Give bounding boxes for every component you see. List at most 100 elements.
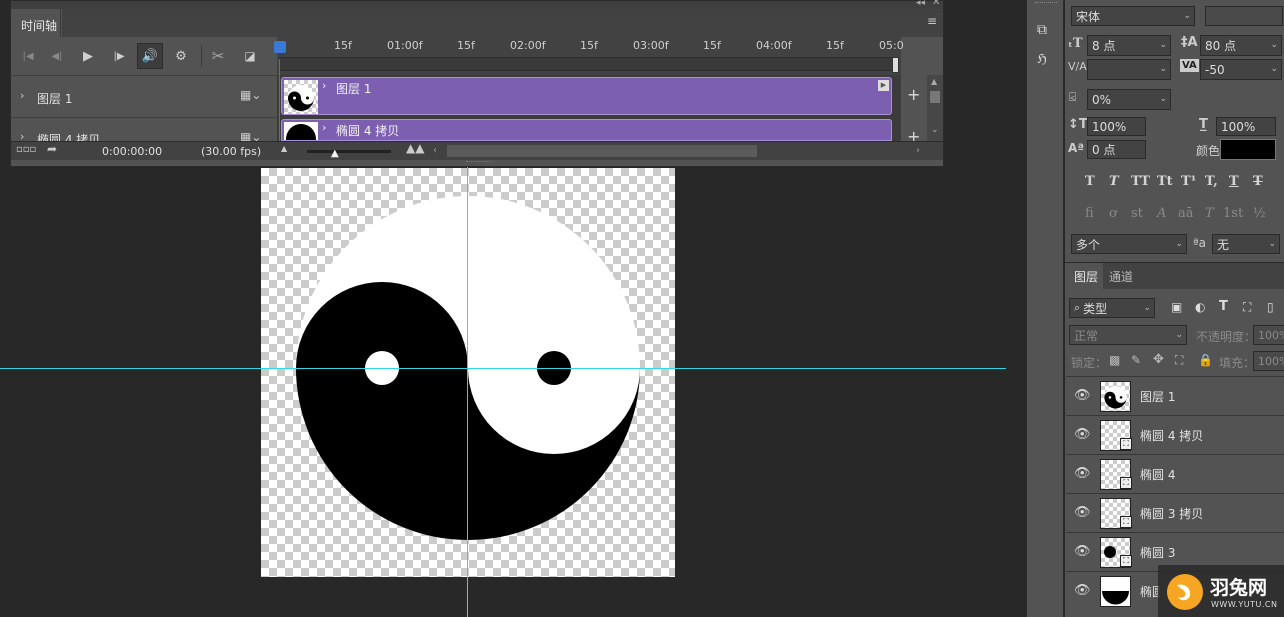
language-select[interactable]: 多个 ⌄ [1071, 234, 1187, 254]
next-frame-icon[interactable]: |▶ [110, 47, 128, 65]
lock-all-icon[interactable]: 🔒 [1198, 353, 1213, 367]
horizontal-scale-field[interactable]: 100% [1216, 117, 1276, 136]
old-style-button[interactable]: ơ [1109, 206, 1117, 221]
play-icon[interactable]: ▶ [79, 47, 97, 65]
horizontal-scrollbar[interactable] [447, 145, 757, 157]
superscript-button[interactable]: T¹ [1181, 174, 1196, 189]
lock-artboard-icon[interactable]: ⛶ [1175, 353, 1183, 368]
font-family-select[interactable]: 宋体 ⌄ [1071, 6, 1195, 26]
add-media-icon[interactable]: + [907, 85, 920, 104]
layer-row[interactable]: 👁 ⛶ 椭圆 4 拷贝 [1066, 415, 1284, 454]
filter-type-icon[interactable]: T [1219, 299, 1228, 314]
frame-mode-icon[interactable]: ▫▫▫ [16, 144, 36, 155]
scroll-up-icon[interactable]: ▲ [931, 77, 937, 86]
collapse-icon[interactable]: ◂◂ [916, 0, 925, 8]
all-caps-button[interactable]: TT [1131, 174, 1150, 189]
layer-row[interactable]: 👁 图层 1 [1066, 376, 1284, 415]
visibility-eye-icon[interactable]: 👁 [1074, 388, 1091, 403]
visibility-eye-icon[interactable]: 👁 [1074, 544, 1091, 559]
tsume-field[interactable]: 0% ⌄ [1087, 89, 1171, 110]
playhead-icon[interactable] [274, 41, 286, 53]
scroll-down-icon[interactable]: ⌄ [931, 125, 939, 135]
small-caps-button[interactable]: Tt [1157, 174, 1173, 189]
tab-layers[interactable]: 图层 [1065, 263, 1103, 289]
track-header[interactable]: › 椭圆 4 拷贝 ▦⌄ [11, 117, 277, 141]
font-style-select[interactable] [1205, 6, 1283, 26]
current-time[interactable]: 0:00:00:00 [102, 145, 162, 158]
expand-chevron-icon[interactable]: › [20, 130, 24, 141]
vertical-scale-field[interactable]: 100% [1087, 117, 1146, 136]
kerning-field[interactable]: ⌄ [1087, 59, 1171, 80]
track-header[interactable]: › 图层 1 ▦⌄ [11, 75, 277, 117]
ligatures-button[interactable]: fi [1085, 206, 1094, 221]
swash-button[interactable]: A [1157, 206, 1166, 221]
filter-adjustment-icon[interactable]: ◐ [1195, 300, 1205, 314]
scroll-left-icon[interactable]: ‹ [433, 145, 437, 156]
ordinals-button[interactable]: T [1205, 206, 1214, 221]
lock-transparent-icon[interactable]: ▩ [1109, 353, 1120, 367]
horizontal-guide[interactable] [0, 368, 1006, 369]
paragraph-glyph-icon[interactable]: ℌ [1037, 52, 1047, 67]
tab-channels[interactable]: 通道 [1109, 268, 1133, 285]
vertical-scrollbar[interactable]: ▲ ⌄ [927, 75, 943, 141]
panel-resize-grip[interactable] [466, 161, 490, 165]
visibility-eye-icon[interactable]: 👁 [1074, 583, 1091, 598]
scroll-thumb[interactable] [930, 91, 940, 103]
clip[interactable]: › 椭圆 4 拷贝 [281, 119, 892, 141]
underline-button[interactable]: T [1229, 174, 1239, 189]
film-strip-icon[interactable]: ▦⌄ [240, 130, 261, 141]
split-scissors-icon[interactable]: ✂ [208, 47, 228, 65]
lock-move-icon[interactable]: ✥ [1153, 352, 1164, 367]
visibility-eye-icon[interactable]: 👁 [1074, 466, 1091, 481]
fractions-button[interactable]: ½ [1253, 206, 1266, 221]
clip-menu-icon[interactable]: ▶ [878, 80, 889, 91]
titling-button[interactable]: aā [1178, 206, 1194, 221]
ordinals-1st-button[interactable]: 1st [1223, 206, 1243, 221]
zoom-in-mountain-icon[interactable]: ▲▲ [406, 141, 424, 155]
vertical-guide[interactable] [467, 165, 468, 617]
work-area-bar[interactable] [279, 57, 899, 71]
font-size-field[interactable]: 8 点 ⌄ [1087, 35, 1171, 56]
transition-icon[interactable]: ◪ [241, 47, 259, 65]
filter-smart-object-icon[interactable]: ▯ [1267, 300, 1274, 314]
close-icon[interactable]: ✕ [932, 0, 940, 8]
filter-shape-icon[interactable]: ⛶ [1243, 300, 1251, 315]
tracking-field[interactable]: -50 ⌄ [1200, 59, 1282, 80]
clip-chevron-icon[interactable]: › [322, 121, 326, 134]
first-frame-icon[interactable]: |◀ [19, 47, 37, 65]
clip-chevron-icon[interactable]: › [322, 79, 326, 92]
visibility-eye-icon[interactable]: 👁 [1074, 427, 1091, 442]
blend-mode-select[interactable]: 正常 ⌄ [1069, 325, 1187, 345]
faux-italic-button[interactable]: T [1109, 174, 1119, 189]
expand-chevron-icon[interactable]: › [20, 89, 24, 102]
visibility-eye-icon[interactable]: 👁 [1074, 505, 1091, 520]
antialias-select[interactable]: 无 ⌄ [1212, 234, 1280, 254]
previous-frame-icon[interactable]: ◀| [48, 47, 66, 65]
zoom-slider-thumb[interactable]: ▲ [331, 148, 339, 159]
time-ruler[interactable]: 15f 01:00f 15f 02:00f 15f 03:00f 15f 04:… [274, 37, 904, 75]
faux-bold-button[interactable]: T [1085, 174, 1095, 189]
work-area-end-handle[interactable] [892, 57, 899, 73]
strikethrough-button[interactable]: T [1253, 174, 1263, 189]
properties-icon[interactable]: ⧉ [1037, 22, 1047, 38]
zoom-slider-track[interactable] [307, 150, 391, 153]
layer-row[interactable]: 👁 ⛶ 椭圆 4 [1066, 454, 1284, 493]
layer-row[interactable]: 👁 ⛶ 椭圆 3 拷贝 [1066, 493, 1284, 532]
opacity-field[interactable]: 100% [1253, 325, 1284, 345]
stylistic-alternates-button[interactable]: st [1131, 206, 1143, 221]
layer-filter-select[interactable]: ⌕ 类型 ⌄ [1069, 298, 1155, 318]
subscript-button[interactable]: T, [1205, 174, 1218, 189]
clip[interactable]: › 图层 1 ▶ [281, 77, 892, 115]
film-strip-icon[interactable]: ▦⌄ [240, 88, 261, 102]
audio-icon[interactable]: 🔊 [137, 43, 163, 69]
zoom-out-mountain-icon[interactable]: ▲ [281, 144, 287, 153]
filter-pixel-icon[interactable]: ▣ [1171, 300, 1182, 314]
panel-menu-icon[interactable]: ≡ [927, 14, 937, 28]
scroll-right-icon[interactable]: › [916, 145, 920, 156]
lock-brush-icon[interactable]: ✎ [1131, 353, 1141, 367]
settings-gear-icon[interactable]: ⚙ [171, 47, 191, 65]
render-video-icon[interactable]: ➦ [47, 142, 57, 156]
text-color-swatch[interactable] [1220, 139, 1276, 160]
leading-field[interactable]: 80 点 ⌄ [1200, 35, 1282, 56]
baseline-shift-field[interactable]: 0 点 [1087, 140, 1146, 159]
